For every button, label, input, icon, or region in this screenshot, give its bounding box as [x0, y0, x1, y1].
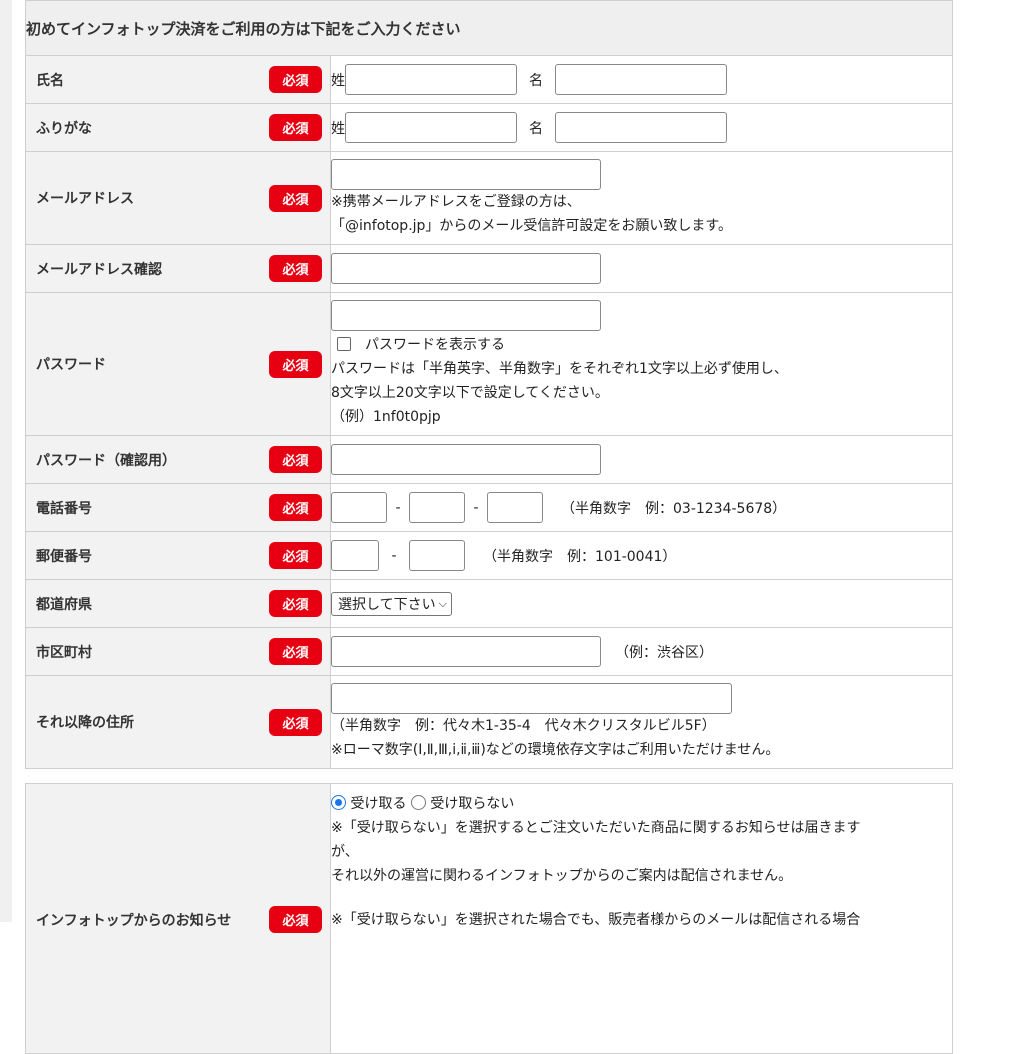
password-example: （例）1nf0t0pjp — [331, 408, 441, 425]
name-label: 氏名 — [36, 72, 64, 89]
registration-form-table: 初めてインフォトップ決済をご利用の方は下記をご入力ください 氏名 必須 姓 名 … — [25, 0, 953, 769]
notice-label: インフォトップからのお知らせ — [36, 912, 232, 929]
row-zip: 郵便番号 必須 - （半角数字 例：101-0041） — [25, 531, 953, 580]
phone-part-1-input[interactable] — [331, 492, 387, 523]
address-label: それ以降の住所 — [36, 715, 134, 731]
row-name: 氏名 必須 姓 名 — [25, 55, 953, 104]
row-email-confirm: メールアドレス確認 必須 — [25, 244, 953, 293]
address-note-1: （半角数字 例：代々木1-35-4 代々木クリスタルビル5F） — [331, 717, 716, 734]
address-input[interactable] — [331, 682, 732, 714]
required-badge: 必須 — [269, 114, 322, 141]
zip-dash: - — [391, 547, 397, 564]
zip-part-2-input[interactable] — [409, 540, 465, 571]
notice-note-1: ※「受け取らない」を選択するとご注文いただいた商品に関するお知らせは届きます — [331, 820, 861, 836]
notice-note-1b: が、 — [331, 844, 359, 860]
email-note-2: 「@infotop.jp」からのメール受信許可設定をお願い致します。 — [331, 217, 733, 234]
prefecture-select-value: 選択して下さい — [338, 596, 436, 613]
form-header: 初めてインフォトップ決済をご利用の方は下記をご入力ください — [25, 0, 953, 56]
required-badge: 必須 — [269, 542, 322, 569]
phone-dash: - — [473, 499, 479, 516]
required-badge: 必須 — [269, 494, 322, 521]
row-email: メールアドレス 必須 ※携帯メールアドレスをご登録の方は、 「@infotop.… — [25, 151, 953, 245]
city-label: 市区町村 — [36, 644, 92, 661]
notice-note-2: それ以外の運営に関わるインフォトップからのご案内は配信されません。 — [331, 868, 793, 884]
required-badge: 必須 — [269, 446, 322, 473]
row-phone: 電話番号 必須 - - （半角数字 例：03-1234-5678） — [25, 483, 953, 532]
row-kana: ふりがな 必須 姓 名 — [25, 103, 953, 152]
page-gutter — [0, 0, 12, 922]
required-badge: 必須 — [269, 708, 322, 736]
password-input[interactable] — [331, 299, 601, 331]
row-password-confirm: パスワード（確認用） 必須 — [25, 435, 953, 484]
last-name-input[interactable] — [345, 64, 517, 95]
row-city: 市区町村 必須 （例：渋谷区） — [25, 627, 953, 676]
chevron-down-icon: ⌵ — [438, 596, 447, 610]
notice-decline-label[interactable]: 受け取らない — [430, 796, 514, 812]
notice-receive-radio[interactable] — [331, 795, 346, 810]
last-name-label: 姓 — [331, 72, 345, 89]
required-badge: 必須 — [269, 906, 322, 933]
phone-part-3-input[interactable] — [487, 492, 543, 523]
notice-decline-radio[interactable] — [410, 795, 426, 810]
first-name-input[interactable] — [555, 64, 727, 95]
first-name-kana-input[interactable] — [555, 112, 727, 143]
required-badge: 必須 — [269, 638, 322, 665]
password-confirm-input[interactable] — [331, 444, 601, 475]
required-badge: 必須 — [269, 66, 322, 93]
email-confirm-label: メールアドレス確認 — [36, 261, 162, 278]
required-badge: 必須 — [269, 350, 322, 378]
prefecture-select[interactable]: 選択して下さい ⌵ — [331, 591, 452, 616]
first-name-label: 名 — [529, 72, 543, 89]
required-badge: 必須 — [269, 255, 322, 282]
last-name-kana-input[interactable] — [345, 112, 517, 143]
phone-hint: （半角数字 例：03-1234-5678） — [561, 500, 787, 517]
address-note-2: ※ローマ数字(Ⅰ,Ⅱ,Ⅲ,ⅰ,ⅱ,ⅲ)などの環境依存文字はご利用いただけません。 — [331, 741, 780, 758]
notice-table: インフォトップからのお知らせ 必須 受け取る 受け取らない ※「受け取らない」を… — [25, 783, 953, 1054]
email-input[interactable] — [331, 158, 601, 190]
email-note-1: ※携帯メールアドレスをご登録の方は、 — [331, 193, 581, 210]
prefecture-label: 都道府県 — [36, 596, 92, 613]
show-password-label[interactable]: パスワードを表示する — [365, 337, 505, 353]
phone-dash: - — [395, 499, 401, 516]
email-confirm-input[interactable] — [331, 253, 601, 284]
password-note-1: パスワードは「半角英字、半角数字」をそれぞれ1文字以上必ず使用し、 — [331, 360, 788, 377]
row-prefecture: 都道府県 必須 選択して下さい ⌵ — [25, 579, 953, 628]
notice-note-3: ※「受け取らない」を選択された場合でも、販売者様からのメールは配信される場合 — [331, 912, 861, 928]
show-password-checkbox[interactable] — [337, 336, 351, 351]
row-notice: インフォトップからのお知らせ 必須 受け取る 受け取らない ※「受け取らない」を… — [25, 783, 953, 1054]
last-name-kana-label: 姓 — [331, 120, 345, 137]
password-label: パスワード — [36, 357, 106, 373]
required-badge: 必須 — [269, 590, 322, 617]
password-note-2: 8文字以上20文字以下で設定してください。 — [331, 384, 609, 401]
first-name-kana-label: 名 — [529, 120, 543, 137]
phone-part-2-input[interactable] — [409, 492, 465, 523]
zip-part-1-input[interactable] — [331, 540, 379, 571]
email-label: メールアドレス — [36, 191, 134, 207]
zip-label: 郵便番号 — [36, 548, 92, 565]
password-confirm-label: パスワード（確認用） — [36, 452, 176, 469]
zip-hint: （半角数字 例：101-0041） — [483, 548, 677, 565]
row-password: パスワード 必須 パスワードを表示する パスワードは「半角英字、半角数字」をそれ… — [25, 292, 953, 436]
notice-receive-label[interactable]: 受け取る — [350, 796, 406, 812]
city-hint: （例：渋谷区） — [615, 644, 713, 661]
row-address: それ以降の住所 必須 （半角数字 例：代々木1-35-4 代々木クリスタルビル5… — [25, 675, 953, 769]
kana-label: ふりがな — [36, 120, 92, 137]
city-input[interactable] — [331, 636, 601, 667]
required-badge: 必須 — [269, 184, 322, 212]
phone-label: 電話番号 — [36, 500, 92, 517]
